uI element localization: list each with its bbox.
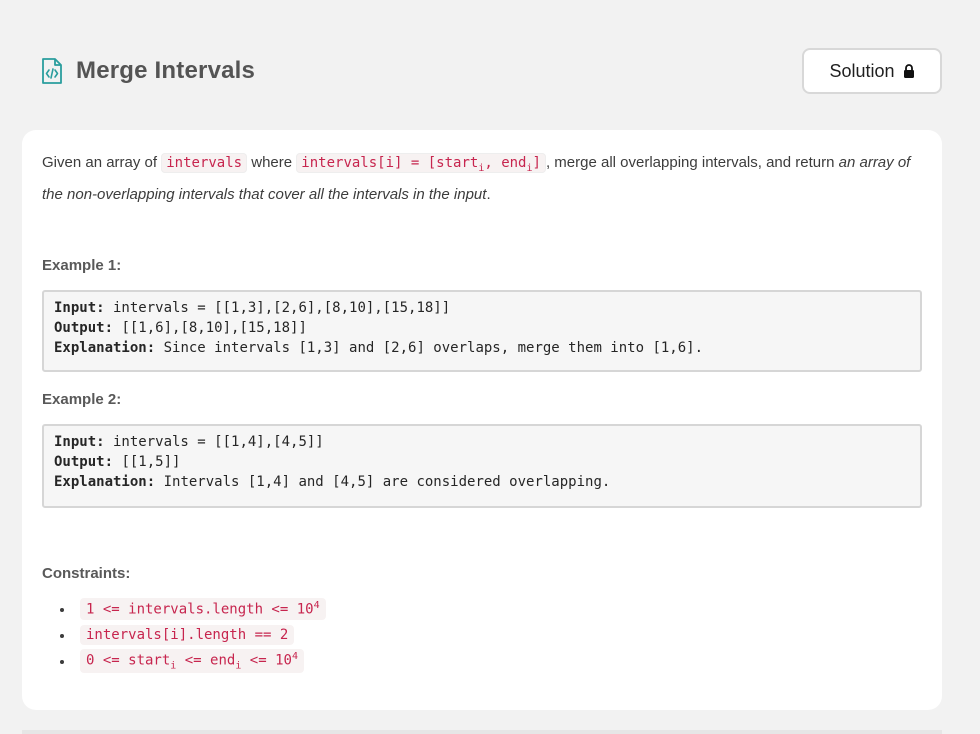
code-part: , end	[484, 155, 527, 171]
code-sup: 4	[313, 600, 320, 612]
code-part: ]	[532, 155, 541, 171]
constraints-label: Constraints:	[42, 565, 131, 582]
output-value: [[1,6],[8,10],[15,18]]	[113, 320, 307, 336]
problem-card: Given an array of intervals where interv…	[22, 130, 942, 710]
list-item: 0 <= starti <= endi <= 104	[42, 648, 902, 674]
solution-button[interactable]: Solution	[802, 48, 942, 94]
code-part: 0 <= start	[86, 652, 171, 669]
solution-button-label: Solution	[829, 60, 895, 81]
explanation-key: Explanation:	[54, 340, 156, 356]
example-2-box: Input: intervals = [[1,4],[4,5]] Output:…	[42, 424, 922, 508]
code-part: <= 10	[241, 652, 292, 669]
desc-text: .	[486, 185, 491, 203]
desc-text: , merge all overlapping intervals, and r…	[545, 154, 839, 171]
constraints-list: 1 <= intervals.length <= 104 intervals[i…	[42, 596, 902, 674]
problem-header: Merge Intervals Solution	[0, 0, 980, 130]
input-value: intervals = [[1,4],[4,5]]	[104, 434, 324, 450]
example-2-label: Example 2:	[42, 391, 122, 408]
explanation-key: Explanation:	[54, 474, 156, 490]
problem-description: Given an array of intervals where interv…	[42, 150, 922, 208]
example-1-label: Example 1:	[42, 257, 122, 274]
inline-code: intervals[i] = [starti, endi]	[296, 153, 546, 174]
explanation-value: Since intervals [1,3] and [2,6] overlaps…	[155, 340, 704, 356]
inline-code: intervals	[161, 153, 248, 173]
code-sup: 4	[291, 650, 298, 662]
code-part: intervals[i] = [start	[301, 155, 479, 171]
input-key: Input:	[54, 300, 105, 316]
input-value: intervals = [[1,3],[2,6],[8,10],[15,18]]	[104, 300, 451, 316]
output-key: Output:	[54, 454, 114, 470]
inline-code: 0 <= starti <= endi <= 104	[80, 648, 304, 674]
list-item: 1 <= intervals.length <= 104	[42, 596, 902, 622]
example-1-box: Input: intervals = [[1,3],[2,6],[8,10],[…	[42, 290, 922, 372]
code-file-icon	[42, 58, 62, 84]
code-part: 1 <= intervals.length <= 10	[86, 601, 314, 618]
output-value: [[1,5]]	[113, 454, 181, 470]
lock-icon	[903, 64, 914, 78]
desc-text: where	[247, 154, 297, 171]
inline-code: intervals[i].length == 2	[80, 625, 295, 645]
output-key: Output:	[54, 320, 114, 336]
code-part: <= end	[176, 652, 236, 669]
title-row: Merge Intervals	[40, 57, 255, 85]
desc-text: Given an array of	[42, 154, 162, 171]
divider	[22, 730, 942, 734]
page-title: Merge Intervals	[76, 57, 256, 84]
list-item: intervals[i].length == 2	[42, 622, 902, 648]
input-key: Input:	[54, 434, 105, 450]
inline-code: 1 <= intervals.length <= 104	[80, 598, 326, 620]
explanation-value: Intervals [1,4] and [4,5] are considered…	[155, 474, 611, 490]
